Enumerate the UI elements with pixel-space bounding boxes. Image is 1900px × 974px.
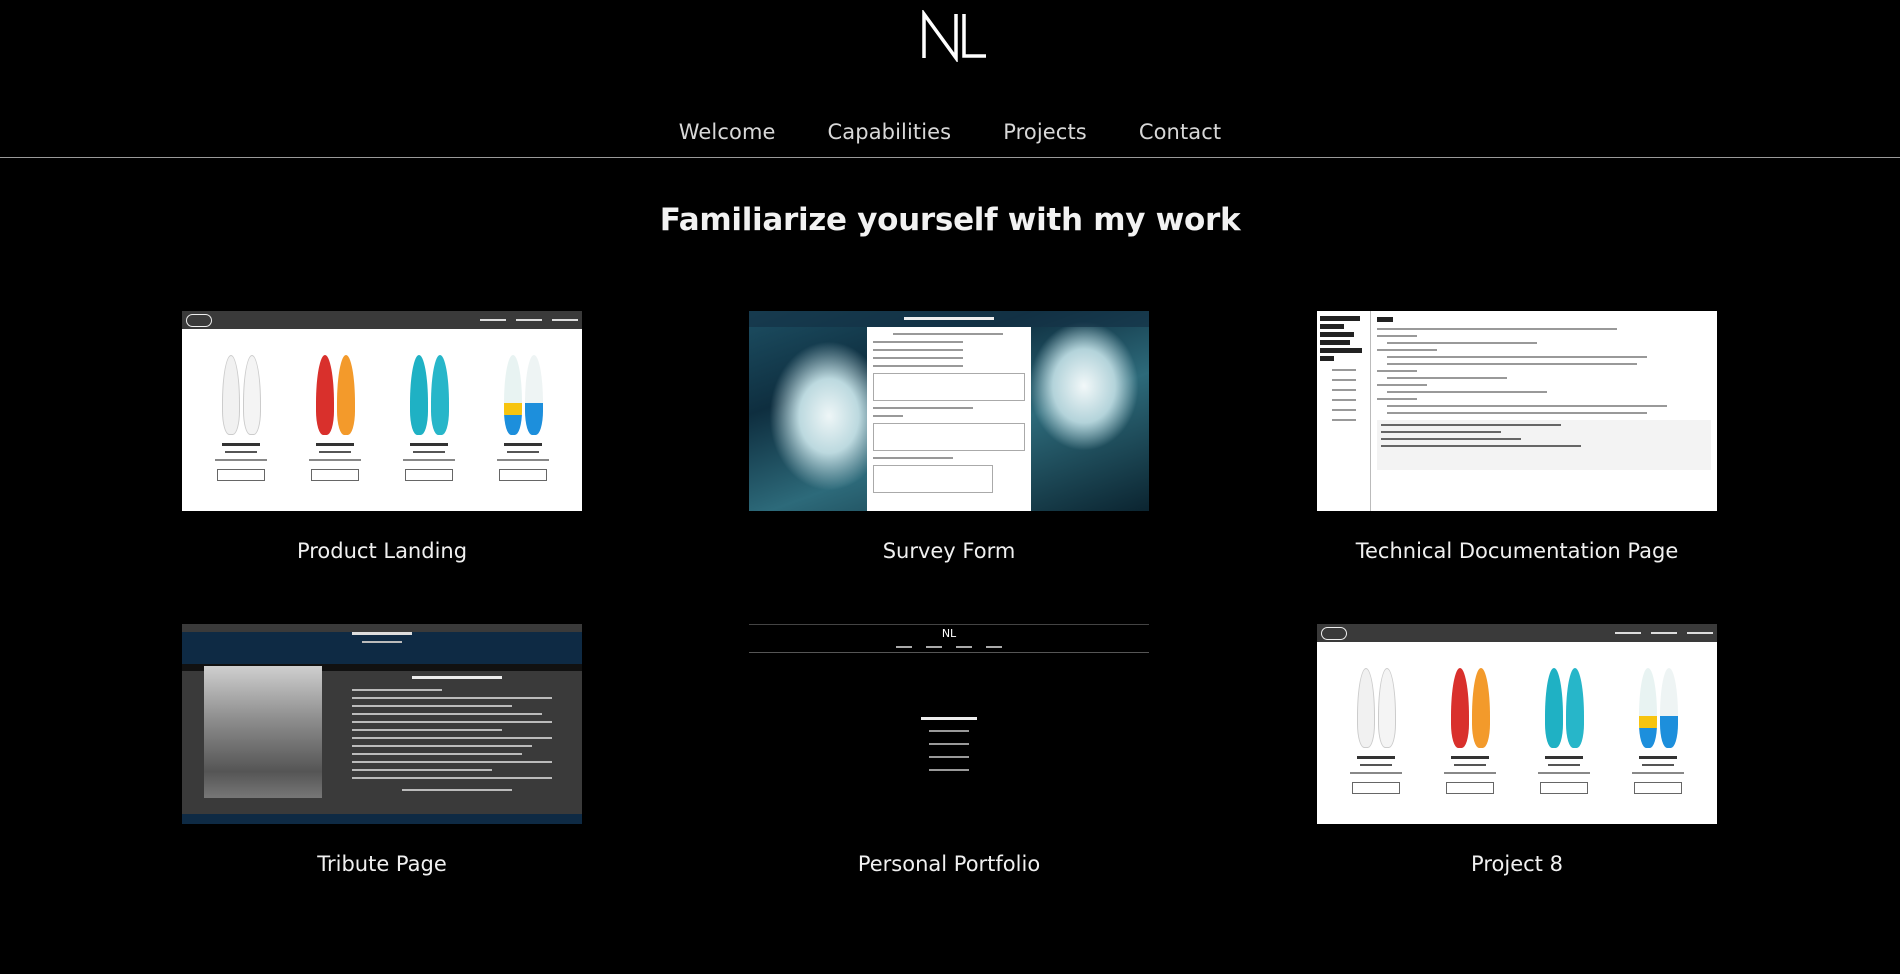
nav-capabilities[interactable]: Capabilities <box>828 120 952 144</box>
project-card-personal-portfolio[interactable]: NL Personal Portfolio <box>749 624 1149 876</box>
main-nav: Welcome Capabilities Projects Contact <box>0 120 1900 144</box>
project-thumbnail[interactable] <box>1317 624 1717 824</box>
project-card-survey-form[interactable]: Survey Form <box>749 311 1149 563</box>
project-thumbnail[interactable] <box>182 624 582 824</box>
project-title[interactable]: Product Landing <box>182 539 582 563</box>
page-heading: Familiarize yourself with my work <box>659 202 1241 238</box>
nav-welcome[interactable]: Welcome <box>679 120 776 144</box>
logo-icon[interactable] <box>920 10 986 62</box>
project-card-tribute-page[interactable]: Tribute Page <box>182 624 582 876</box>
nav-projects[interactable]: Projects <box>1003 120 1087 144</box>
nav-contact[interactable]: Contact <box>1139 120 1221 144</box>
project-title[interactable]: Tribute Page <box>182 852 582 876</box>
header-divider <box>0 157 1900 158</box>
project-card-technical-documentation[interactable]: Technical Documentation Page <box>1317 311 1717 563</box>
project-card-product-landing[interactable]: Product Landing <box>182 311 582 563</box>
project-title[interactable]: Survey Form <box>749 539 1149 563</box>
project-thumbnail[interactable] <box>182 311 582 511</box>
project-card-project-8[interactable]: Project 8 <box>1317 624 1717 876</box>
project-title[interactable]: Technical Documentation Page <box>1317 539 1717 563</box>
project-thumbnail[interactable]: NL <box>749 624 1149 824</box>
project-title[interactable]: Project 8 <box>1317 852 1717 876</box>
project-thumbnail[interactable] <box>1317 311 1717 511</box>
mini-logo-text: NL <box>941 627 957 640</box>
project-title[interactable]: Personal Portfolio <box>749 852 1149 876</box>
project-thumbnail[interactable] <box>749 311 1149 511</box>
